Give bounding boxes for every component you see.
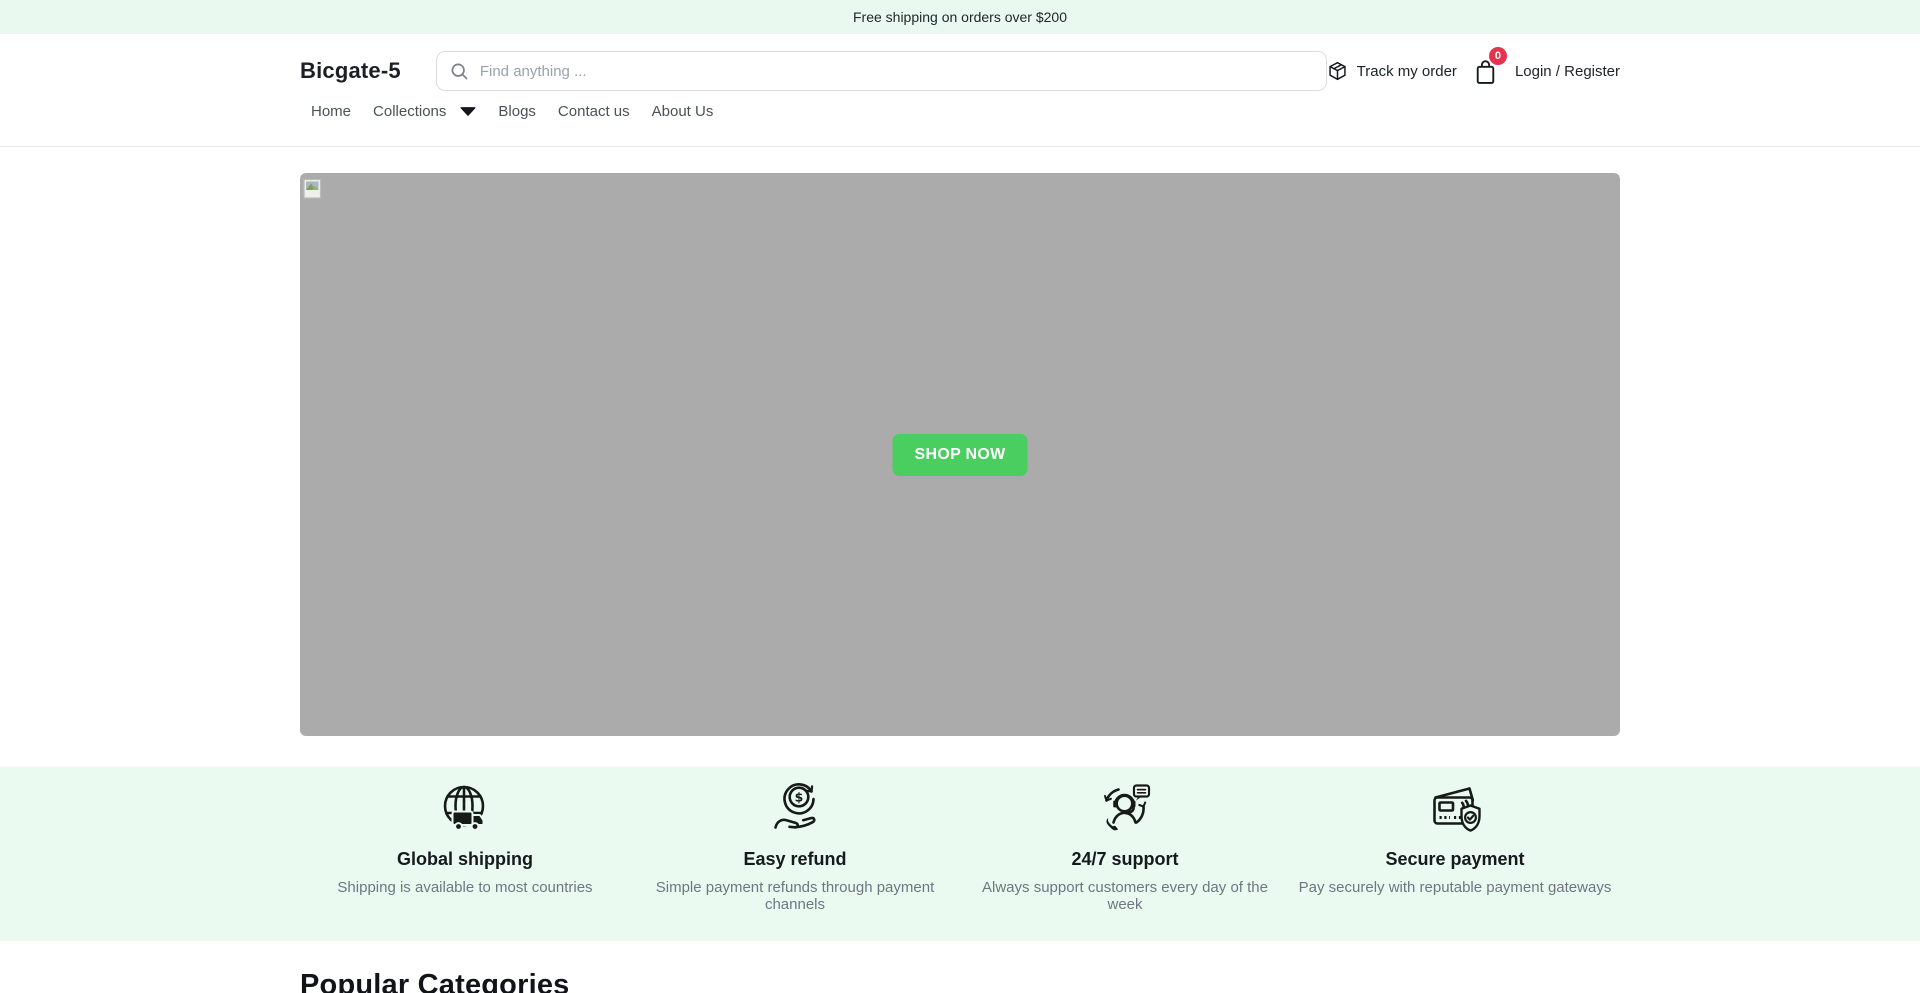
- chevron-down-icon: [460, 107, 476, 116]
- globe-truck-icon: [438, 782, 492, 836]
- track-order-label: Track my order: [1357, 63, 1457, 80]
- feature-description: Pay securely with reputable payment gate…: [1296, 879, 1614, 896]
- nav-item-contact-us[interactable]: Contact us: [558, 103, 630, 120]
- popular-categories-heading: Popular Categories: [300, 969, 1620, 993]
- track-order-button[interactable]: Track my order: [1327, 60, 1457, 82]
- nav-item-blogs[interactable]: Blogs: [498, 103, 536, 120]
- feature-247-support: 24/7 support Always support customers ev…: [960, 780, 1290, 913]
- secure-card-icon: [1428, 782, 1482, 836]
- features-section: Global shipping Shipping is available to…: [0, 767, 1920, 941]
- hero-banner: SHOP NOW: [300, 173, 1620, 736]
- main-nav: Home Collections Blogs Contact us About …: [300, 91, 1620, 146]
- package-icon: [1327, 60, 1348, 82]
- refund-hand-icon: $: [768, 782, 822, 836]
- feature-global-shipping: Global shipping Shipping is available to…: [300, 780, 630, 913]
- announcement-text: Free shipping on orders over $200: [853, 9, 1067, 25]
- feature-description: Shipping is available to most countries: [306, 879, 624, 896]
- site-header: Bicgate-5 Track my order: [0, 34, 1920, 147]
- nav-item-collections[interactable]: Collections: [373, 103, 476, 120]
- feature-title: 24/7 support: [960, 849, 1290, 870]
- search-icon: [450, 62, 469, 81]
- headset-support-icon: [1098, 782, 1152, 836]
- feature-title: Global shipping: [300, 849, 630, 870]
- feature-title: Easy refund: [630, 849, 960, 870]
- shop-now-button[interactable]: SHOP NOW: [892, 434, 1027, 476]
- feature-easy-refund: $ Easy refund Simple payment refunds thr…: [630, 780, 960, 913]
- broken-image-icon: [303, 178, 323, 200]
- nav-item-home[interactable]: Home: [311, 103, 351, 120]
- search-bar[interactable]: [436, 51, 1327, 91]
- search-input[interactable]: [480, 63, 1313, 80]
- feature-description: Always support customers every day of th…: [966, 879, 1284, 913]
- nav-item-about-us[interactable]: About Us: [652, 103, 714, 120]
- login-register-link[interactable]: Login / Register: [1515, 63, 1620, 80]
- cart-count-badge: 0: [1489, 47, 1507, 65]
- feature-description: Simple payment refunds through payment c…: [636, 879, 954, 913]
- feature-secure-payment: Secure payment Pay securely with reputab…: [1290, 780, 1620, 913]
- store-logo[interactable]: Bicgate-5: [300, 58, 401, 84]
- svg-text:$: $: [795, 789, 804, 804]
- cart-button[interactable]: 0: [1473, 58, 1498, 85]
- feature-title: Secure payment: [1290, 849, 1620, 870]
- announcement-bar: Free shipping on orders over $200: [0, 0, 1920, 34]
